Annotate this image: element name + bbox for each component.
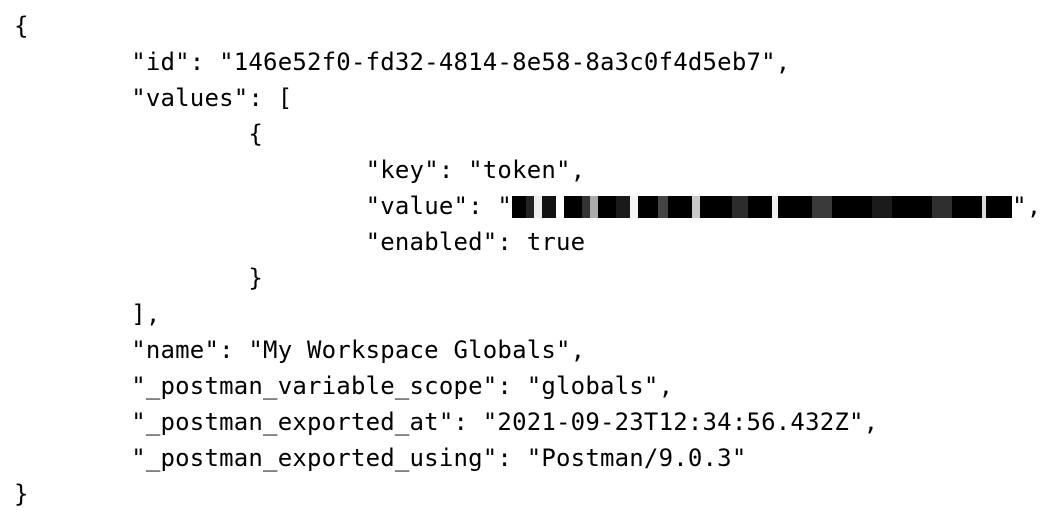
code-line: "enabled": true — [14, 228, 585, 256]
code-line: } — [14, 480, 29, 508]
code-line: { — [14, 120, 263, 148]
code-line: "_postman_exported_at": "2021-09-23T12:3… — [14, 408, 878, 436]
code-line: "id": "146e52f0-fd32-4814-8e58-8a3c0f4d5… — [14, 48, 790, 76]
postman-globals-json: { "id": "146e52f0-fd32-4814-8e58-8a3c0f4… — [0, 0, 1060, 520]
value-prefix: "value": " — [14, 192, 512, 220]
code-line: "key": "token", — [14, 156, 585, 184]
code-line: "values": [ — [14, 84, 292, 112]
code-line: "name": "My Workspace Globals", — [14, 336, 585, 364]
code-line: } — [14, 264, 263, 292]
code-line: "_postman_variable_scope": "globals", — [14, 372, 673, 400]
code-line: ], — [14, 300, 161, 328]
value-suffix: ", — [1012, 192, 1041, 220]
redacted-token-value — [512, 196, 1012, 218]
code-line: "_postman_exported_using": "Postman/9.0.… — [14, 444, 746, 472]
code-line: { — [14, 12, 29, 40]
